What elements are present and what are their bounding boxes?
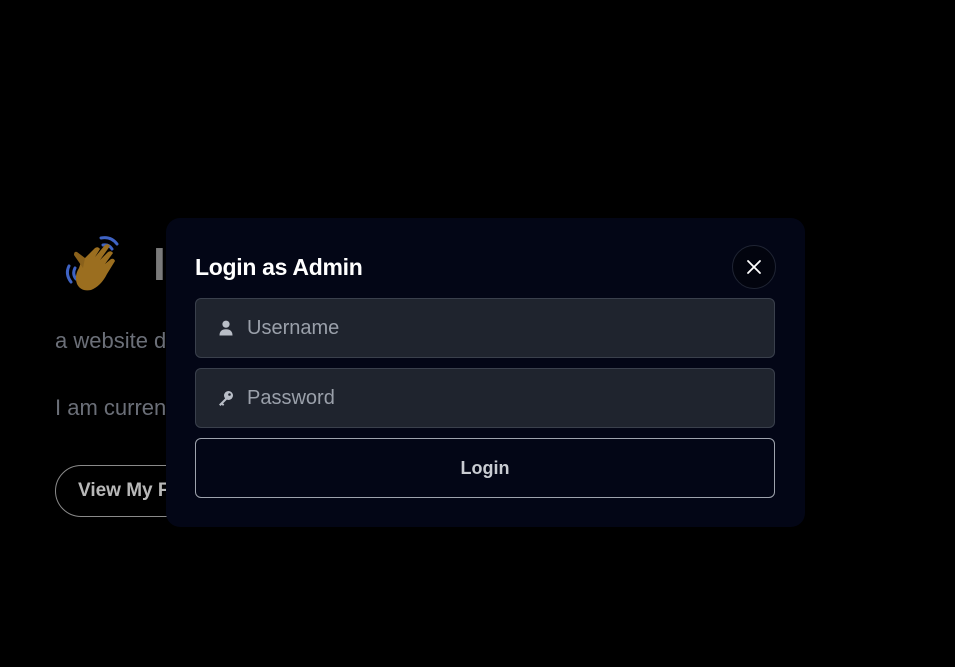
- close-button[interactable]: [732, 245, 776, 289]
- hero-title: I: [153, 238, 166, 290]
- key-icon: [217, 389, 235, 407]
- hero-status-text: I am curren: [55, 395, 167, 420]
- password-field[interactable]: [195, 368, 775, 428]
- login-button[interactable]: Login: [195, 438, 775, 498]
- login-modal: Login as Admin Username Login: [166, 218, 805, 527]
- waving-hand-icon: [55, 228, 135, 300]
- username-field[interactable]: [195, 298, 775, 358]
- hero-subtitle: a website d: [55, 328, 167, 353]
- modal-title: Login as Admin: [195, 254, 363, 280]
- page: I a website d I am curren View My F Logi…: [0, 0, 955, 667]
- user-icon: [217, 319, 235, 337]
- password-input[interactable]: [247, 369, 774, 427]
- username-input[interactable]: [247, 299, 774, 357]
- close-icon: [747, 260, 761, 274]
